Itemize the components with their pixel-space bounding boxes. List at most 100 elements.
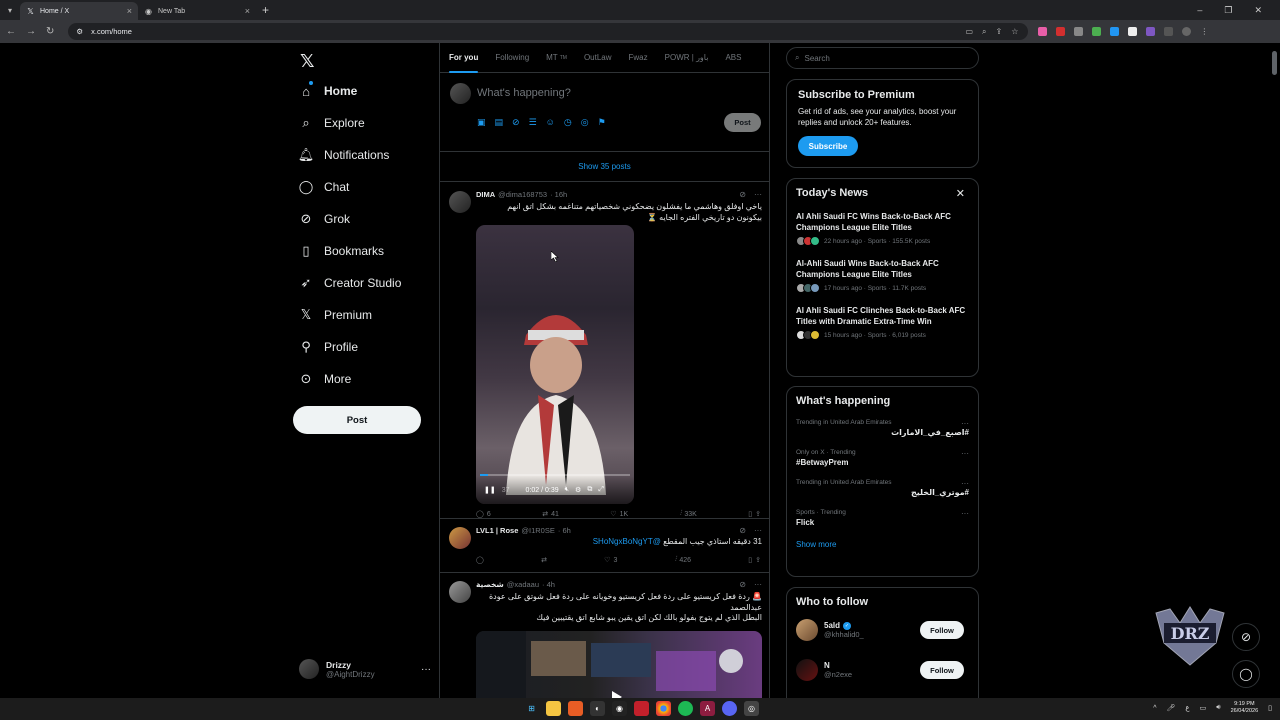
follow-suggestion[interactable]: N @n2exe Follow	[796, 652, 969, 688]
nav-premium[interactable]: 𝕏 Premium	[299, 305, 372, 325]
tab-fwaz[interactable]: Fwaz	[629, 43, 648, 73]
network-icon[interactable]: ▭	[1200, 704, 1207, 712]
extension-icon[interactable]	[1146, 27, 1156, 36]
poll-icon[interactable]: ☰	[529, 117, 537, 128]
new-tab-button[interactable]: +	[262, 3, 269, 17]
repost-button[interactable]: ⇄	[541, 556, 547, 564]
tab-abs[interactable]: ABS	[725, 43, 741, 73]
tweet-time[interactable]: · 4h	[542, 580, 555, 589]
extension-icon[interactable]	[1056, 27, 1066, 36]
notifications-icon[interactable]: ▯	[1268, 704, 1272, 712]
app-icon[interactable]: ◎	[744, 701, 759, 716]
flag-icon[interactable]: ⚑	[598, 117, 606, 128]
nav-bookmarks[interactable]: ▯ Bookmarks	[299, 241, 384, 261]
bookmark-button[interactable]: ▯ ⇪	[748, 556, 761, 564]
image-icon[interactable]: ▣	[477, 117, 486, 128]
tweet[interactable]: DIMA @dima168753 · 16h ⊘ ··· ياخي اوفلق …	[440, 183, 769, 519]
microphone-icon[interactable]: 🎤︎	[1166, 704, 1175, 712]
tray-chevron-icon[interactable]: ^	[1153, 705, 1156, 712]
bookmark-button[interactable]: ▯ ⇪	[748, 510, 761, 518]
spotify-icon[interactable]	[678, 701, 693, 716]
nav-profile[interactable]: ⚲ Profile	[299, 337, 358, 357]
share-icon[interactable]: ⇪	[755, 556, 761, 564]
more-icon[interactable]: ···	[961, 419, 969, 428]
tab-powr[interactable]: POWR | باور	[665, 43, 709, 73]
chrome-icon[interactable]	[656, 701, 671, 716]
pip-icon[interactable]: ⧉	[587, 486, 592, 494]
nav-grok[interactable]: ⊘ Grok	[299, 209, 350, 229]
menu-kebab-icon[interactable]: ⋮	[1200, 27, 1208, 36]
reply-button[interactable]: ◯	[476, 556, 484, 564]
composer-input[interactable]: What's happening?	[477, 87, 571, 99]
avatar[interactable]	[449, 191, 471, 213]
extensions-puzzle-icon[interactable]	[1164, 27, 1174, 36]
more-icon[interactable]: ···	[754, 526, 762, 535]
more-icon[interactable]: ···	[961, 449, 969, 458]
close-icon[interactable]: ×	[127, 6, 132, 16]
tweet-video-thumbnail[interactable]	[476, 631, 762, 698]
forward-icon[interactable]: →	[26, 26, 36, 37]
follow-suggestion[interactable]: 5ald ✓ @khhalid0_ Follow	[796, 612, 969, 648]
nav-creator-studio[interactable]: ➶ Creator Studio	[299, 273, 402, 293]
mention-link[interactable]: @SHoNgxBoNgYT	[593, 537, 661, 546]
more-icon[interactable]: ···	[961, 479, 969, 488]
subscribe-button[interactable]: Subscribe	[798, 136, 858, 156]
show-more-link[interactable]: Show more	[796, 540, 969, 549]
avatar[interactable]	[796, 619, 818, 641]
back-icon[interactable]: ←	[6, 26, 16, 37]
maximize-icon[interactable]: ❐	[1224, 5, 1232, 16]
extension-icon[interactable]	[1092, 27, 1102, 36]
grok-icon[interactable]: ⊘	[512, 117, 520, 128]
tweet[interactable]: شخصية @xadaau · 4h ⊘ ··· 🚨 ردة فعل كريست…	[440, 573, 769, 698]
trend-item[interactable]: Trending in United Arab Emirates #اصبع_ف…	[796, 419, 969, 437]
tweet[interactable]: LVL1 | Rose @I1R0SE · 6h ⊘ ··· 31 دقيقه …	[440, 519, 769, 573]
install-icon[interactable]: ▭	[965, 27, 973, 37]
nav-home[interactable]: ⌂ Home	[299, 81, 357, 101]
bookmark-star-icon[interactable]: ☆	[1011, 27, 1018, 37]
tab-for-you[interactable]: For you	[449, 43, 479, 73]
app-icon[interactable]: ◉	[612, 701, 627, 716]
system-clock[interactable]: 9:19 PM 26/04/2026	[1231, 701, 1259, 715]
avatar[interactable]	[449, 581, 471, 603]
tab-mt[interactable]: MT TM	[546, 43, 567, 73]
grok-icon[interactable]: ⊘	[739, 580, 746, 589]
extension-icon[interactable]	[1110, 27, 1120, 36]
tweet-handle[interactable]: @dima168753	[498, 190, 547, 199]
more-icon[interactable]: ···	[421, 664, 431, 675]
search-input[interactable]: ⌕ Search	[786, 47, 979, 69]
tab-following[interactable]: Following	[495, 43, 529, 73]
app-icon[interactable]	[634, 701, 649, 716]
discord-icon[interactable]	[722, 701, 737, 716]
tweet-time[interactable]: · 16h	[550, 190, 567, 199]
nav-chat[interactable]: ◯ Chat	[299, 177, 350, 197]
reply-button[interactable]: ◯ 6	[476, 510, 491, 519]
close-icon[interactable]: ×	[245, 6, 250, 16]
emoji-icon[interactable]: ☺	[546, 117, 555, 128]
file-explorer-icon[interactable]	[546, 701, 561, 716]
avatar[interactable]	[449, 527, 471, 549]
views-button[interactable]: ⫶ 33K	[680, 510, 697, 518]
tab-search-button[interactable]: ▾	[0, 0, 20, 20]
settings-icon[interactable]: ⚙	[575, 486, 581, 494]
location-icon[interactable]: ◎	[581, 117, 589, 128]
browser-tab-new[interactable]: ◉ New Tab ×	[138, 2, 256, 20]
schedule-icon[interactable]: ◷	[564, 117, 572, 128]
browser-tab-home[interactable]: 𝕏 Home / X ×	[20, 2, 138, 20]
tweet-author-name[interactable]: DIMA	[476, 190, 495, 199]
reload-icon[interactable]: ↻	[46, 26, 54, 37]
follow-button[interactable]: Follow	[920, 661, 964, 679]
volume-icon[interactable]: 🔊︎	[1216, 704, 1220, 712]
repost-button[interactable]: ⇄ 41	[542, 510, 559, 519]
grok-icon[interactable]: ⊘	[739, 190, 746, 199]
more-icon[interactable]: ···	[961, 509, 969, 518]
profile-avatar-icon[interactable]	[1182, 27, 1192, 36]
nav-explore[interactable]: ⌕ Explore	[299, 113, 364, 133]
pause-icon[interactable]: ❚❚	[484, 486, 496, 494]
messages-floating-button[interactable]: ◯	[1232, 660, 1260, 688]
x-logo-icon[interactable]: 𝕏	[300, 51, 315, 72]
extension-icon[interactable]	[1074, 27, 1084, 36]
brave-icon[interactable]	[568, 701, 583, 716]
url-text[interactable]: x.com/home	[91, 27, 132, 36]
tweet-time[interactable]: · 6h	[558, 526, 571, 535]
news-item[interactable]: Al-Ahli Saudi Wins Back-to-Back AFC Cham…	[796, 259, 969, 293]
